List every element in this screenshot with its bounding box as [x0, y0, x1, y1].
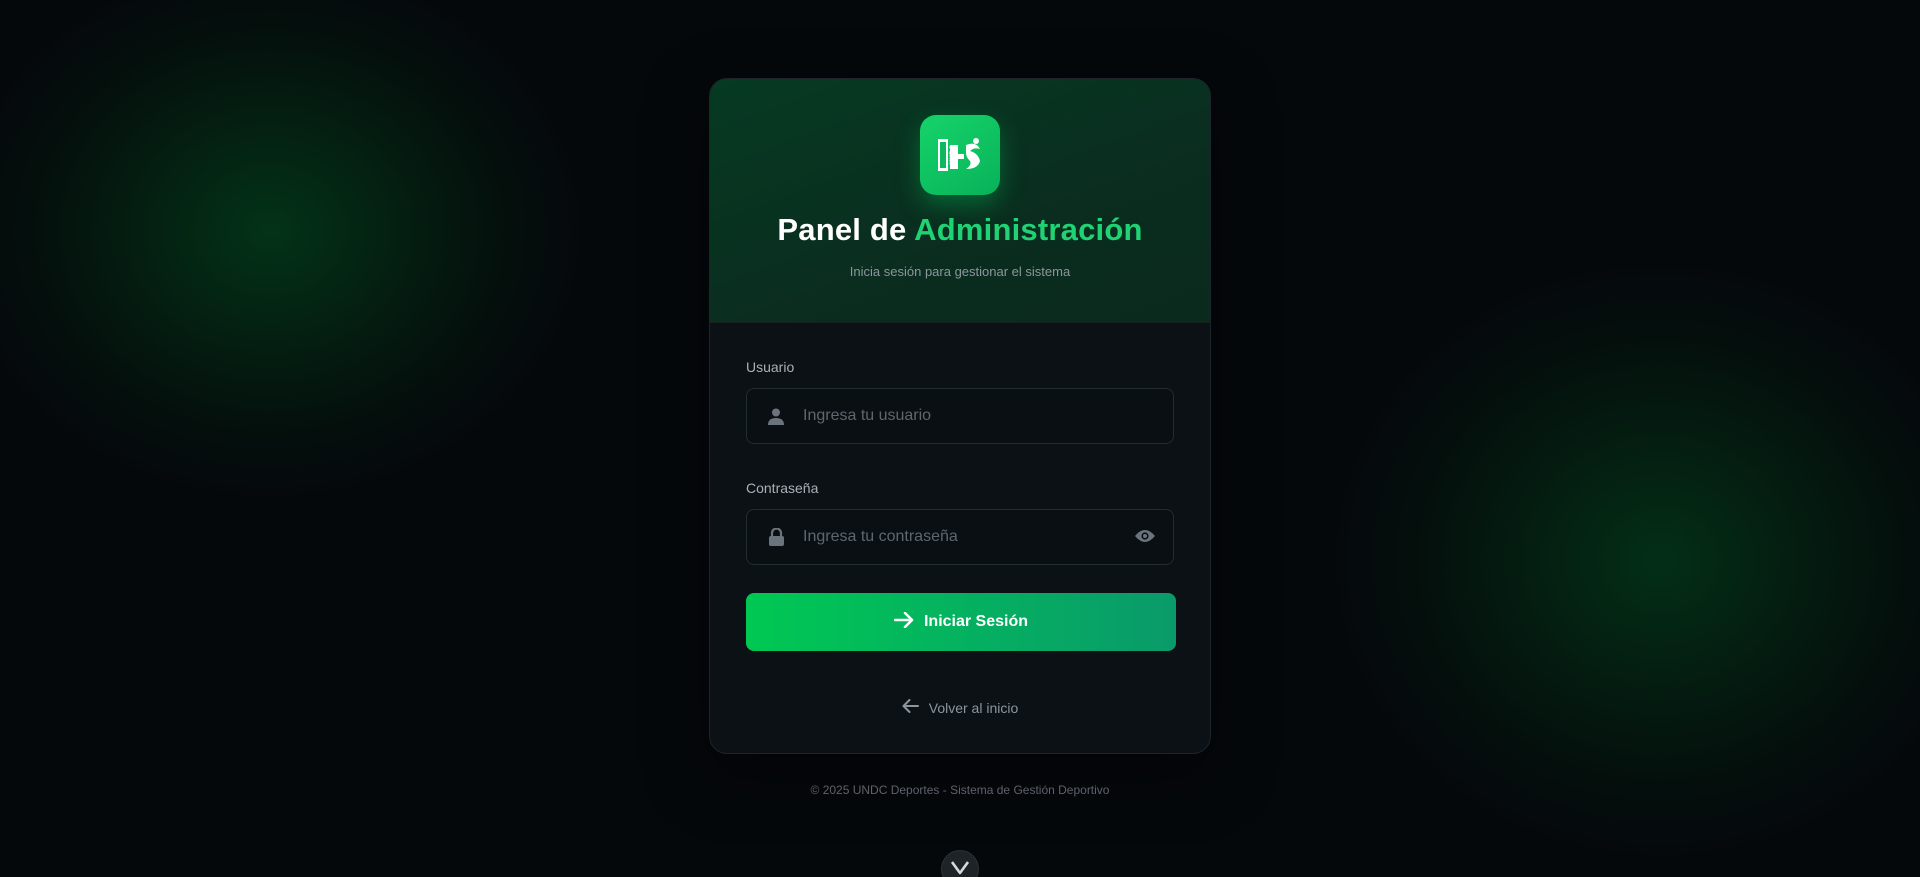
page-subtitle: Inicia sesión para gestionar el sistema: [849, 264, 1071, 279]
password-field[interactable]: [746, 509, 1174, 565]
login-card: UNDC Panel de Administración Inicia sesi…: [709, 78, 1211, 754]
undc-deportes-logo-icon: UNDC: [920, 115, 1000, 195]
lock-icon: [767, 528, 785, 546]
page-title: Panel de Administración: [777, 212, 1142, 248]
title-main: Panel de: [777, 212, 907, 247]
username-input[interactable]: [803, 407, 1153, 425]
chevron-down-icon: [950, 860, 970, 877]
username-field[interactable]: [746, 388, 1174, 444]
login-submit-label: Iniciar Sesión: [923, 613, 1029, 630]
back-to-home-link[interactable]: Volver al inicio: [746, 699, 1174, 716]
password-input[interactable]: [803, 528, 1153, 546]
footer-copyright: © 2025 UNDC Deportes - Sistema de Gestió…: [810, 783, 1110, 797]
title-accent: Administración: [914, 212, 1143, 247]
username-label: Usuario: [746, 359, 795, 375]
back-link-label: Volver al inicio: [928, 699, 1019, 716]
login-submit-button[interactable]: Iniciar Sesión: [746, 593, 1176, 651]
arrow-left-icon: [902, 699, 919, 716]
arrow-right-icon: [893, 611, 914, 633]
vue-devtools-button[interactable]: [941, 850, 979, 877]
user-icon: [767, 407, 785, 425]
eye-icon[interactable]: [1135, 528, 1155, 547]
login-header: UNDC Panel de Administración Inicia sesi…: [710, 79, 1210, 323]
login-form: Usuario Contraseña: [710, 323, 1210, 716]
password-label: Contraseña: [746, 480, 819, 496]
